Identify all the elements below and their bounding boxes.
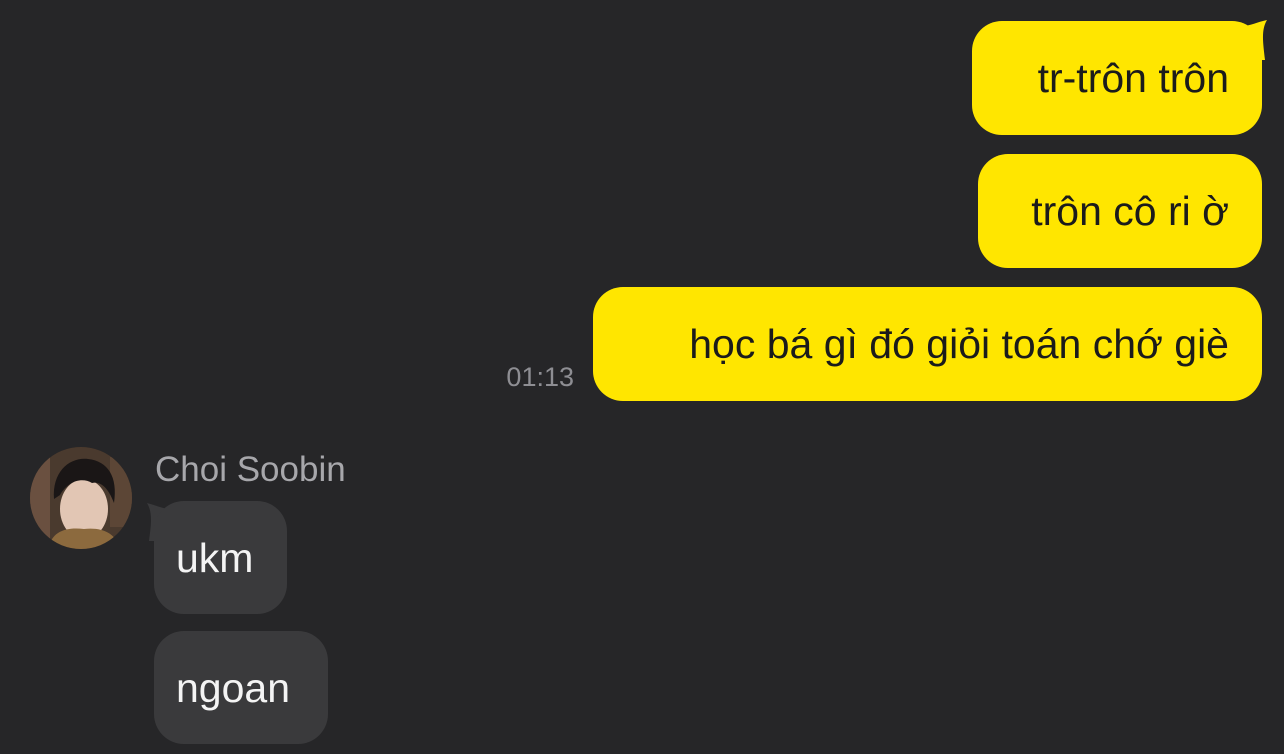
- chat-thread: tr-trôn trôn trôn cô ri ờ 01:13 học bá g…: [0, 0, 1284, 754]
- incoming-message-1-text: ukm: [176, 534, 254, 581]
- incoming-message-2-text: ngoan: [176, 664, 291, 711]
- incoming-message-2[interactable]: ngoan: [154, 631, 328, 744]
- outgoing-message-2-text: trôn cô ri ờ: [1031, 188, 1229, 234]
- incoming-message-1[interactable]: ukm: [154, 501, 287, 614]
- outgoing-message-1[interactable]: tr-trôn trôn: [972, 21, 1262, 135]
- message-timestamp: 01:13: [506, 362, 574, 392]
- outgoing-message-3[interactable]: học bá gì đó giỏi toán chớ giè: [593, 287, 1262, 401]
- profile-photo-icon: [30, 447, 132, 549]
- outgoing-message-2[interactable]: trôn cô ri ờ: [978, 154, 1262, 268]
- sender-name: Choi Soobin: [155, 450, 346, 489]
- sender-avatar[interactable]: [30, 447, 132, 549]
- outgoing-message-3-text: học bá gì đó giỏi toán chớ giè: [689, 321, 1229, 367]
- outgoing-message-1-text: tr-trôn trôn: [1037, 55, 1229, 101]
